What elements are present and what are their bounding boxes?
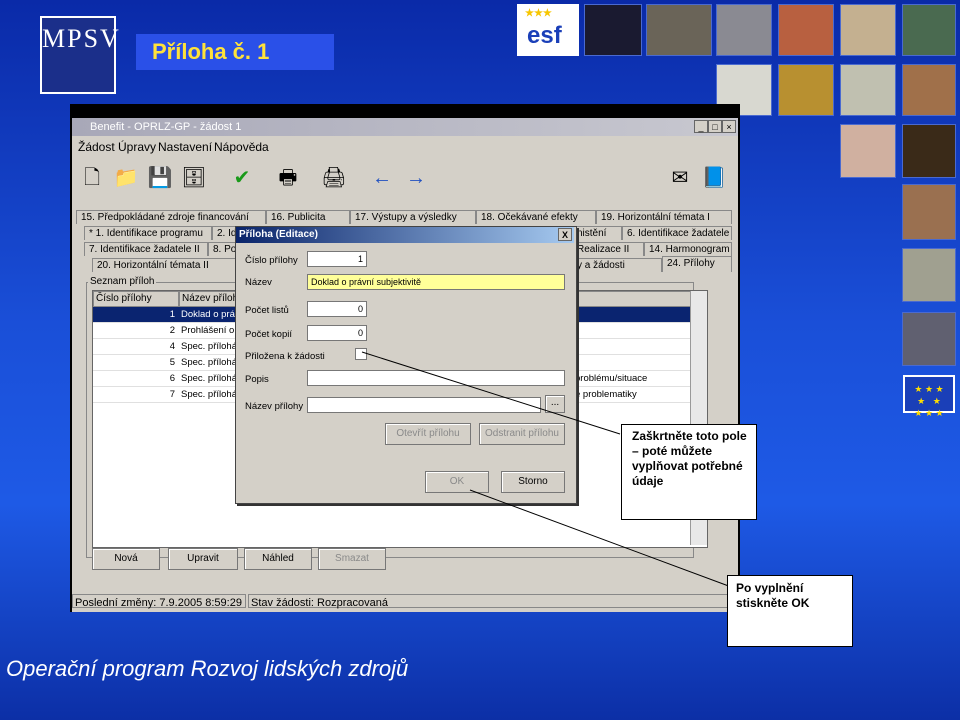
callout-press-ok-line2: stiskněte OK (736, 596, 810, 610)
callout-press-ok-line1: Po vyplnění (736, 581, 804, 595)
slide-footer: Operační program Rozvoj lidských zdrojů (6, 656, 409, 681)
callout-press-ok: Po vyplnění stiskněte OK (727, 575, 853, 647)
callout-check-field: Zaškrtněte toto pole – poté můžete vyplň… (621, 424, 757, 520)
